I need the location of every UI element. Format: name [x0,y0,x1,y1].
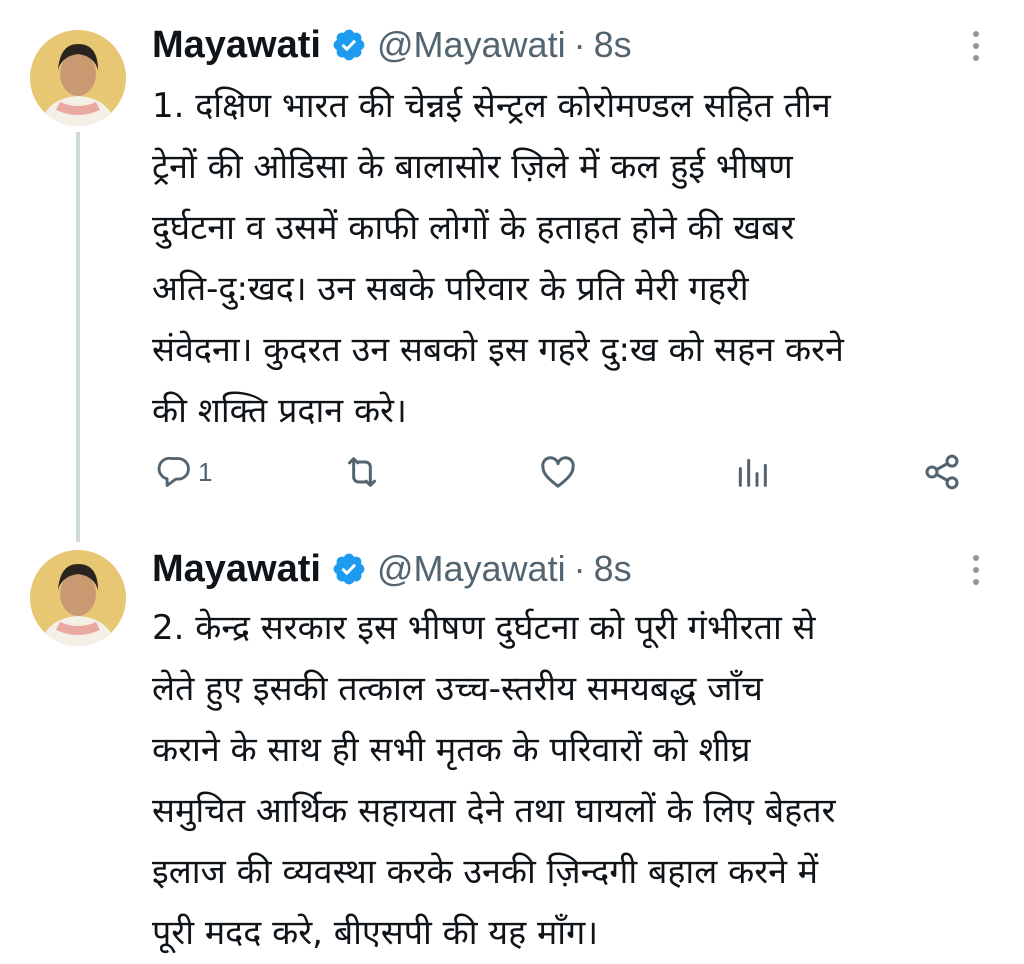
author-handle[interactable]: @Mayawati [377,24,566,66]
like-button[interactable] [538,450,578,494]
views-icon [732,452,772,492]
tweet-header: Mayawati @Mayawati · 8s [152,20,632,70]
tweet-text-line: की शक्ति प्रदान करे। [152,391,407,431]
separator: · [573,548,586,589]
more-vertical-icon[interactable] [964,550,988,590]
tweet-text-line: इलाज की व्यवस्था करके उनकी ज़िन्दगी बहाल… [152,852,819,892]
tweet-text-line: संवेदना। कुदरत उन सबको इस गहरे दु:ख को स… [152,330,844,370]
timestamp[interactable]: 8s [594,24,632,66]
tweet-text: 2. केन्द्र सरकार इस भीषण दुर्घटना को पूर… [152,598,1012,964]
tweet-actions: 1 [152,450,972,494]
separator: · [573,24,586,65]
tweet-text-line: दुर्घटना व उसमें काफी लोगों के हताहत होन… [152,208,795,248]
reply-icon [156,453,194,491]
tweet-2[interactable]: Mayawati @Mayawati · 8s 2. केन्द्र सरकार… [0,540,1024,962]
tweet-text-line: 1. दक्षिण भारत की चेन्नई सेन्ट्रल कोरोमण… [152,86,831,126]
retweet-button[interactable] [342,450,382,494]
retweet-icon [342,452,382,492]
avatar[interactable] [30,550,126,646]
like-icon [538,452,578,492]
author-handle[interactable]: @Mayawati [377,548,566,590]
tweet-text-line: कराने के साथ ही सभी मृतक के परिवारों को … [152,730,751,770]
verified-badge-icon [331,551,367,587]
more-vertical-icon[interactable] [964,26,988,66]
share-button[interactable] [922,450,962,494]
tweet-text-line: ट्रेनों की ओडिसा के बालासोर ज़िले में कल… [152,147,793,187]
verified-badge-icon [331,27,367,63]
tweet-text-line: लेते हुए इसकी तत्काल उच्च-स्तरीय समयबद्ध… [152,669,763,709]
tweet-header: Mayawati @Mayawati · 8s [152,544,632,594]
author-name[interactable]: Mayawati [152,548,321,591]
tweet-1[interactable]: Mayawati @Mayawati · 8s 1. दक्षिण भारत क… [0,0,1024,542]
timestamp[interactable]: 8s [594,548,632,590]
author-name[interactable]: Mayawati [152,24,321,67]
tweet-text-line: समुचित आर्थिक सहायता देने तथा घायलों के … [152,791,836,831]
views-button[interactable] [732,450,772,494]
tweet-text-line: 2. केन्द्र सरकार इस भीषण दुर्घटना को पूर… [152,608,816,648]
tweet-text-line: अति-दु:खद। उन सबके परिवार के प्रति मेरी … [152,269,749,309]
tweet-text-line: पूरी मदद करे, बीएसपी की यह माँग। [152,913,599,953]
avatar[interactable] [30,30,126,126]
share-icon [922,452,962,492]
reply-count: 1 [198,456,213,487]
reply-button[interactable]: 1 [156,450,212,494]
tweet-text: 1. दक्षिण भारत की चेन्नई सेन्ट्रल कोरोमण… [152,76,1012,442]
thread-connector [76,132,80,542]
